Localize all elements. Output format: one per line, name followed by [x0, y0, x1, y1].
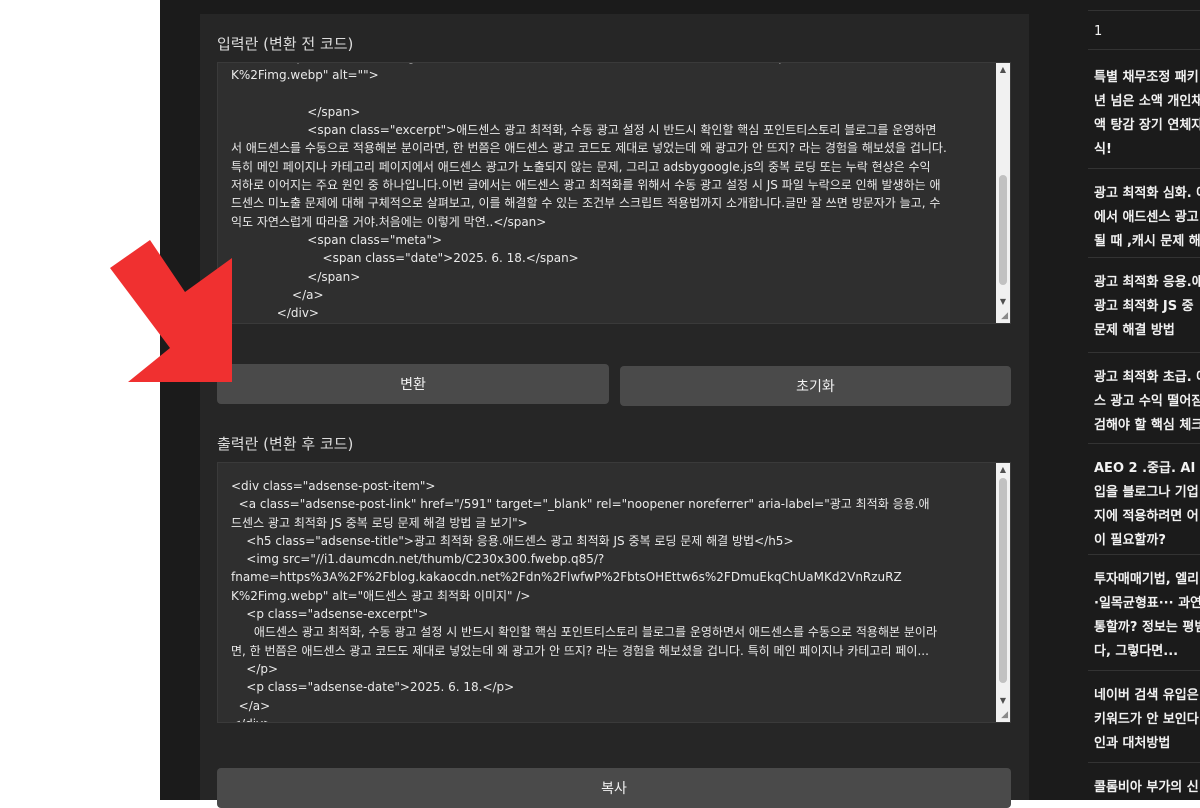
sidebar-post-link[interactable]: 광고 최적화 초급. 애스 광고 수익 떨어짐검해야 할 핵심 체크: [1094, 366, 1200, 438]
scroll-up-icon[interactable]: ▲: [996, 463, 1010, 477]
sidebar-post-link[interactable]: 네이버 검색 유입은키워드가 안 보인다인과 대처방법: [1094, 684, 1200, 756]
code-line: K%2Fimg.webp" alt="애드센스 광고 최적화 이미지" />: [231, 588, 531, 603]
sidebar-post-title-line: 특별 채무조정 패키: [1094, 70, 1199, 85]
code-line: </a>: [231, 698, 271, 713]
sidebar-post-title-line: 광고 최적화 JS 중: [1094, 299, 1194, 314]
sidebar-post-link[interactable]: 콜롬비아 부가의 신: [1094, 776, 1200, 800]
sidebar-divider: [1088, 762, 1200, 763]
input-textarea[interactable]: fname=https%3A%2F%2Fblog.kakaocdn.net%2F…: [217, 62, 1011, 324]
output-scrollbar[interactable]: ▲ ▼: [996, 463, 1010, 722]
code-line: <a class="adsense-post-link" href="/591"…: [231, 497, 930, 512]
sidebar-divider: [1088, 443, 1200, 444]
annotation-arrow-icon: [110, 240, 232, 382]
sidebar-post-link[interactable]: 투자매매기법, 엘리 ·일목균형표··· 과연통할까? 정보는 평범다, 그렇다면…: [1094, 568, 1200, 664]
code-line: </span>: [231, 104, 361, 119]
sidebar-post-link[interactable]: AEO 2 .중급. AI 검입을 블로그나 기업지에 적용하려면 어이 필요할…: [1094, 457, 1200, 553]
scroll-down-icon[interactable]: ▼: [996, 295, 1010, 309]
sidebar-post-title-line: 통할까? 정보는 평범: [1094, 620, 1200, 635]
code-line: </p>: [231, 661, 279, 676]
sidebar-divider: [1088, 554, 1200, 555]
sidebar-divider: [1088, 168, 1200, 169]
input-scroll-thumb[interactable]: [999, 175, 1007, 285]
code-line: <span class="meta">: [231, 232, 443, 247]
sidebar-post-link[interactable]: 광고 최적화 응용.애광고 최적화 JS 중문제 해결 방법: [1094, 271, 1200, 343]
code-line: <img src="//i1.daumcdn.net/thumb/C230x30…: [231, 552, 605, 567]
sidebar-post-title-line: 입을 블로그나 기업: [1094, 485, 1199, 500]
code-line: 저하로 이어지는 주요 원인 중 하나입니다.이번 글에서는 애드센스 광고 최…: [231, 178, 941, 193]
code-line: fname=https%3A%2F%2Fblog.kakaocdn.net%2F…: [231, 570, 902, 585]
sidebar-post-title-line: 광고 최적화 심화. 애: [1094, 186, 1200, 201]
sidebar-post-title-line: 인과 대처방법: [1094, 736, 1171, 751]
sidebar-post-title-line: 스 광고 수익 떨어짐: [1094, 394, 1200, 409]
code-line: <span class="date">2025. 6. 18.</span>: [231, 251, 579, 266]
sidebar-post-title-line: 검해야 할 핵심 체크: [1094, 418, 1200, 433]
sidebar-post-title-line: 지에 적용하려면 어: [1094, 509, 1199, 524]
code-line: 특히 메인 페이지나 카테고리 페이지에서 애드센스 광고가 노출되지 않는 문…: [231, 159, 931, 174]
sidebar-divider: [1088, 10, 1200, 11]
code-line: K%2Fimg.webp" alt="">: [231, 68, 379, 83]
sidebar-post-title-line: 이 필요할까?: [1094, 533, 1166, 548]
sidebar-divider: [1088, 352, 1200, 353]
resize-grip-icon[interactable]: ◢: [1001, 711, 1008, 720]
sidebar-post-title-line: 키워드가 안 보인다: [1094, 712, 1199, 727]
sidebar-post-title-line: 네이버 검색 유입은: [1094, 688, 1199, 703]
sidebar-post-title-line: 광고 최적화 초급. 애: [1094, 370, 1200, 385]
output-code-text: <div class="adsense-post-item"> <a class…: [231, 477, 990, 722]
code-line: <span class="excerpt">애드센스 광고 최적화, 수동 광고…: [231, 123, 937, 138]
output-textarea[interactable]: <div class="adsense-post-item"> <a class…: [217, 462, 1011, 723]
code-line: </span>: [231, 269, 361, 284]
sidebar-post-title-line: ·일목균형표··· 과연: [1094, 596, 1200, 611]
sidebar-post-title-line: 투자매매기법, 엘리: [1094, 572, 1200, 587]
input-code-text: fname=https%3A%2F%2Fblog.kakaocdn.net%2F…: [231, 63, 990, 322]
sidebar-divider: [1088, 257, 1200, 258]
output-label: 출력란 (변환 후 코드): [217, 435, 354, 453]
code-line: 드센스 미노출 문제에 대해 구체적으로 살펴보고, 이를 해결할 수 있는 조…: [231, 196, 941, 211]
sidebar-post-title-line: AEO 2 .중급. AI 검: [1094, 461, 1200, 476]
code-line: </div>: [231, 715, 990, 722]
code-line: <div class="adsense-post-item">: [231, 479, 436, 493]
code-line: 서 애드센스를 수동으로 적용해본 분이라면, 한 번쯤은 애드센스 광고 코드…: [231, 141, 947, 156]
sidebar-post-title-line: 콜롬비아 부가의 신: [1094, 780, 1199, 795]
code-line: 면, 한 번쯤은 애드센스 광고 코드도 제대로 넣었는데 왜 광고가 안 뜨지…: [231, 643, 929, 658]
copy-button[interactable]: 복사: [217, 768, 1011, 808]
reset-button[interactable]: 초기화: [620, 366, 1011, 406]
sidebar-post-title-line: 에서 애드센스 광고: [1094, 210, 1199, 225]
sidebar-post-link[interactable]: 특별 채무조정 패키년 넘은 소액 개인채액 탕감 장기 연체자식!: [1094, 66, 1200, 162]
input-scrollbar[interactable]: ▲ ▼: [996, 63, 1010, 323]
resize-grip-icon[interactable]: ◢: [1001, 312, 1008, 321]
sidebar-post-title-line: 될 때 ,캐시 문제 해: [1094, 234, 1200, 249]
sidebar-post-link[interactable]: 광고 최적화 심화. 애에서 애드센스 광고될 때 ,캐시 문제 해: [1094, 182, 1200, 254]
code-line: 애드센스 광고 최적화, 수동 광고 설정 시 반드시 확인할 핵심 포인트티스…: [231, 625, 937, 640]
scroll-down-icon[interactable]: ▼: [996, 694, 1010, 708]
output-scroll-thumb[interactable]: [999, 478, 1007, 683]
convert-button[interactable]: 변환: [217, 364, 609, 404]
sidebar-page-number: 1: [1094, 24, 1103, 39]
code-line: 익도 자연스럽게 따라올 거야.처음에는 이렇게 막연..</span>: [231, 214, 547, 229]
code-line: </div>: [231, 306, 319, 321]
sidebar-post-title-line: 식!: [1094, 142, 1112, 157]
sidebar-post-title-line: 액 탕감 장기 연체자: [1094, 118, 1200, 133]
code-line: <p class="adsense-date">2025. 6. 18.</p>: [231, 680, 515, 695]
code-line: 드센스 광고 최적화 JS 중복 로딩 문제 해결 방법 글 보기">: [231, 515, 528, 530]
sidebar-post-title-line: 광고 최적화 응용.애: [1094, 275, 1200, 290]
scroll-up-icon[interactable]: ▲: [996, 63, 1010, 77]
sidebar-divider: [1088, 670, 1200, 671]
sidebar-post-list: 1 특별 채무조정 패키년 넘은 소액 개인채액 탕감 장기 연체자식! 광고 최…: [1088, 0, 1200, 800]
code-line: </a>: [231, 287, 324, 302]
sidebar-post-title-line: 다, 그렇다면...: [1094, 644, 1179, 659]
code-line: <p class="adsense-excerpt">: [231, 607, 429, 622]
code-line: <h5 class="adsense-title">광고 최적화 응용.애드센스…: [231, 533, 794, 548]
sidebar-post-title-line: 년 넘은 소액 개인채: [1094, 94, 1200, 109]
sidebar-divider: [1088, 49, 1200, 50]
sidebar-post-title-line: 문제 해결 방법: [1094, 323, 1175, 338]
